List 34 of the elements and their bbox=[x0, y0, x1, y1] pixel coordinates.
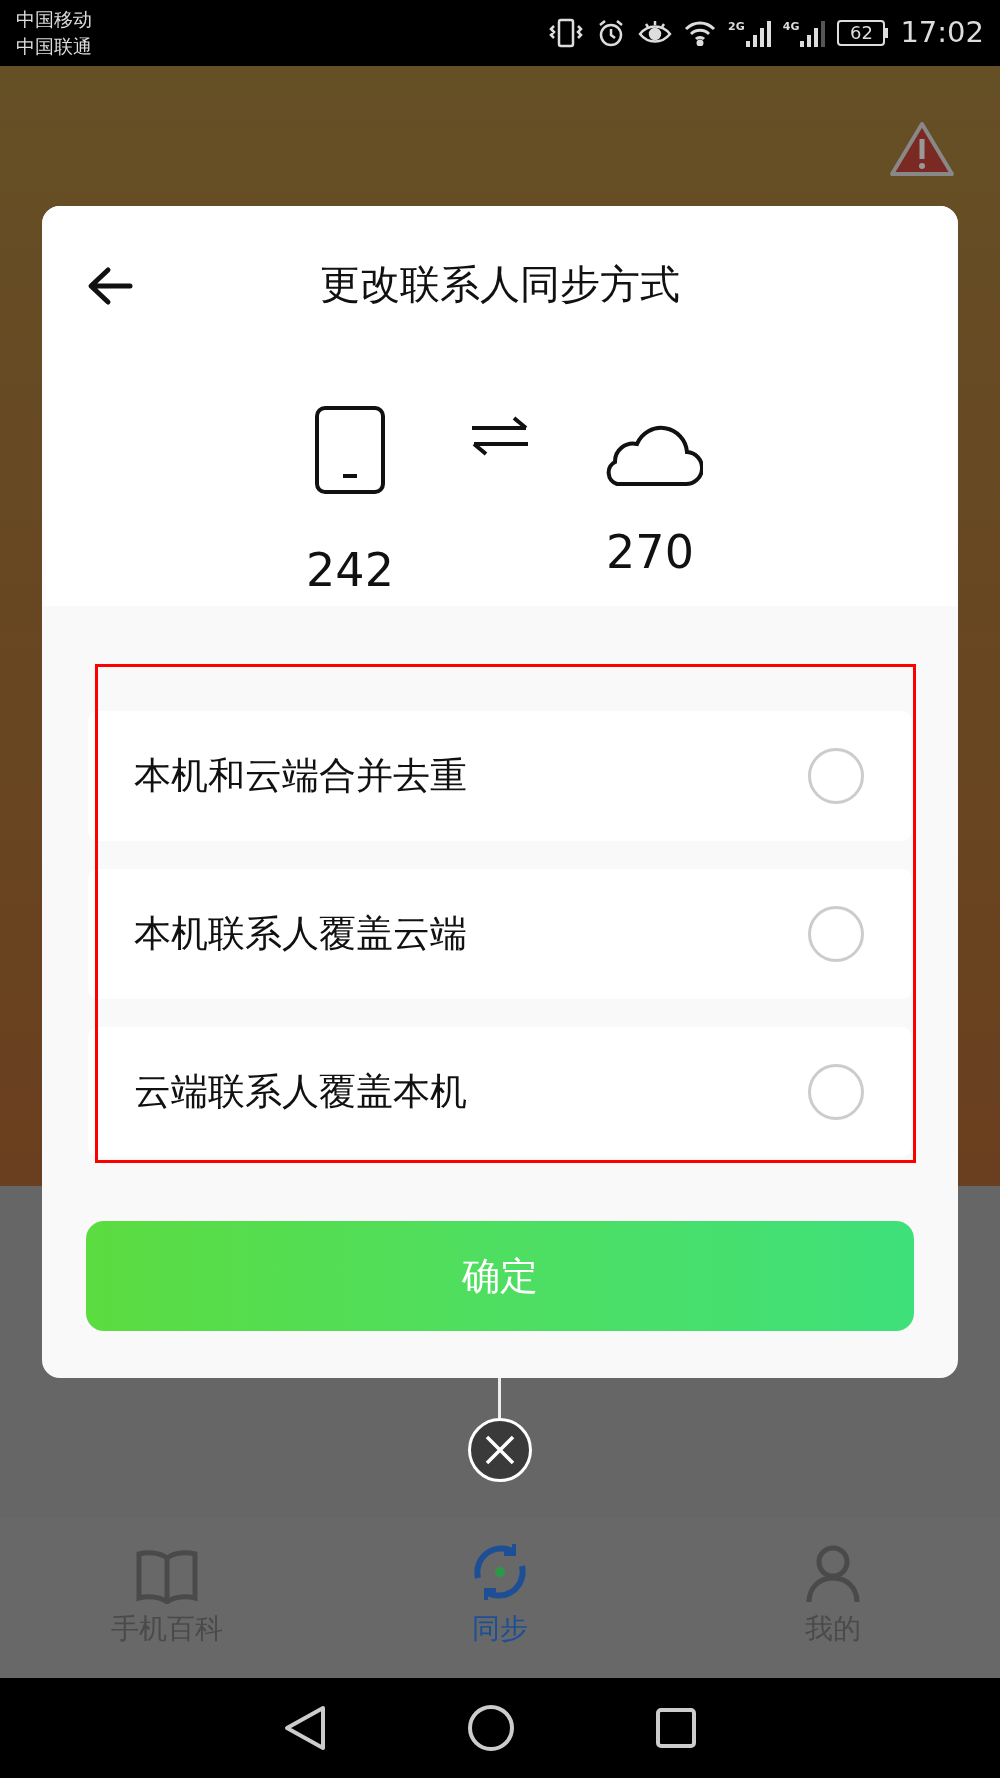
book-icon bbox=[134, 1548, 199, 1604]
wifi-icon bbox=[684, 20, 717, 46]
home-nav-icon[interactable] bbox=[467, 1704, 515, 1752]
vibrate-icon bbox=[548, 18, 585, 48]
nav-tab[interactable]: 同步 bbox=[400, 1538, 600, 1650]
option-label: 本机和云端合并去重 bbox=[134, 753, 467, 800]
network-label: 4G bbox=[782, 19, 800, 35]
option-label: 本机联系人覆盖云端 bbox=[134, 911, 467, 958]
carrier-name: 中国联通 bbox=[16, 34, 92, 59]
confirm-button[interactable]: 确定 bbox=[86, 1221, 914, 1331]
carrier-name: 中国移动 bbox=[16, 7, 92, 32]
option-label: 云端联系人覆盖本机 bbox=[134, 1069, 467, 1116]
eye-icon bbox=[638, 20, 673, 46]
radio-button[interactable] bbox=[808, 748, 864, 804]
phone-icon bbox=[315, 406, 385, 494]
battery-icon: 62 bbox=[837, 20, 889, 46]
option-row[interactable]: 本机联系人覆盖云端 bbox=[88, 869, 912, 999]
radio-button[interactable] bbox=[808, 906, 864, 962]
signal-icon bbox=[799, 19, 826, 47]
clock-time: 17:02 bbox=[900, 14, 984, 52]
phone-count: 242 bbox=[306, 542, 394, 599]
signal-icon bbox=[744, 19, 771, 47]
recents-nav-icon[interactable] bbox=[655, 1707, 697, 1749]
dialog-title: 更改联系人同步方式 bbox=[320, 259, 680, 309]
radio-button[interactable] bbox=[808, 1064, 864, 1120]
warning-icon bbox=[889, 121, 955, 177]
cloud-count: 270 bbox=[606, 524, 694, 581]
swap-arrows-icon bbox=[470, 416, 530, 456]
close-icon bbox=[485, 1435, 515, 1465]
network-label: 2G bbox=[728, 19, 745, 35]
back-nav-icon[interactable] bbox=[283, 1704, 327, 1752]
option-row[interactable]: 云端联系人覆盖本机 bbox=[88, 1027, 912, 1157]
option-row[interactable]: 本机和云端合并去重 bbox=[88, 711, 912, 841]
person-icon bbox=[805, 1544, 862, 1604]
